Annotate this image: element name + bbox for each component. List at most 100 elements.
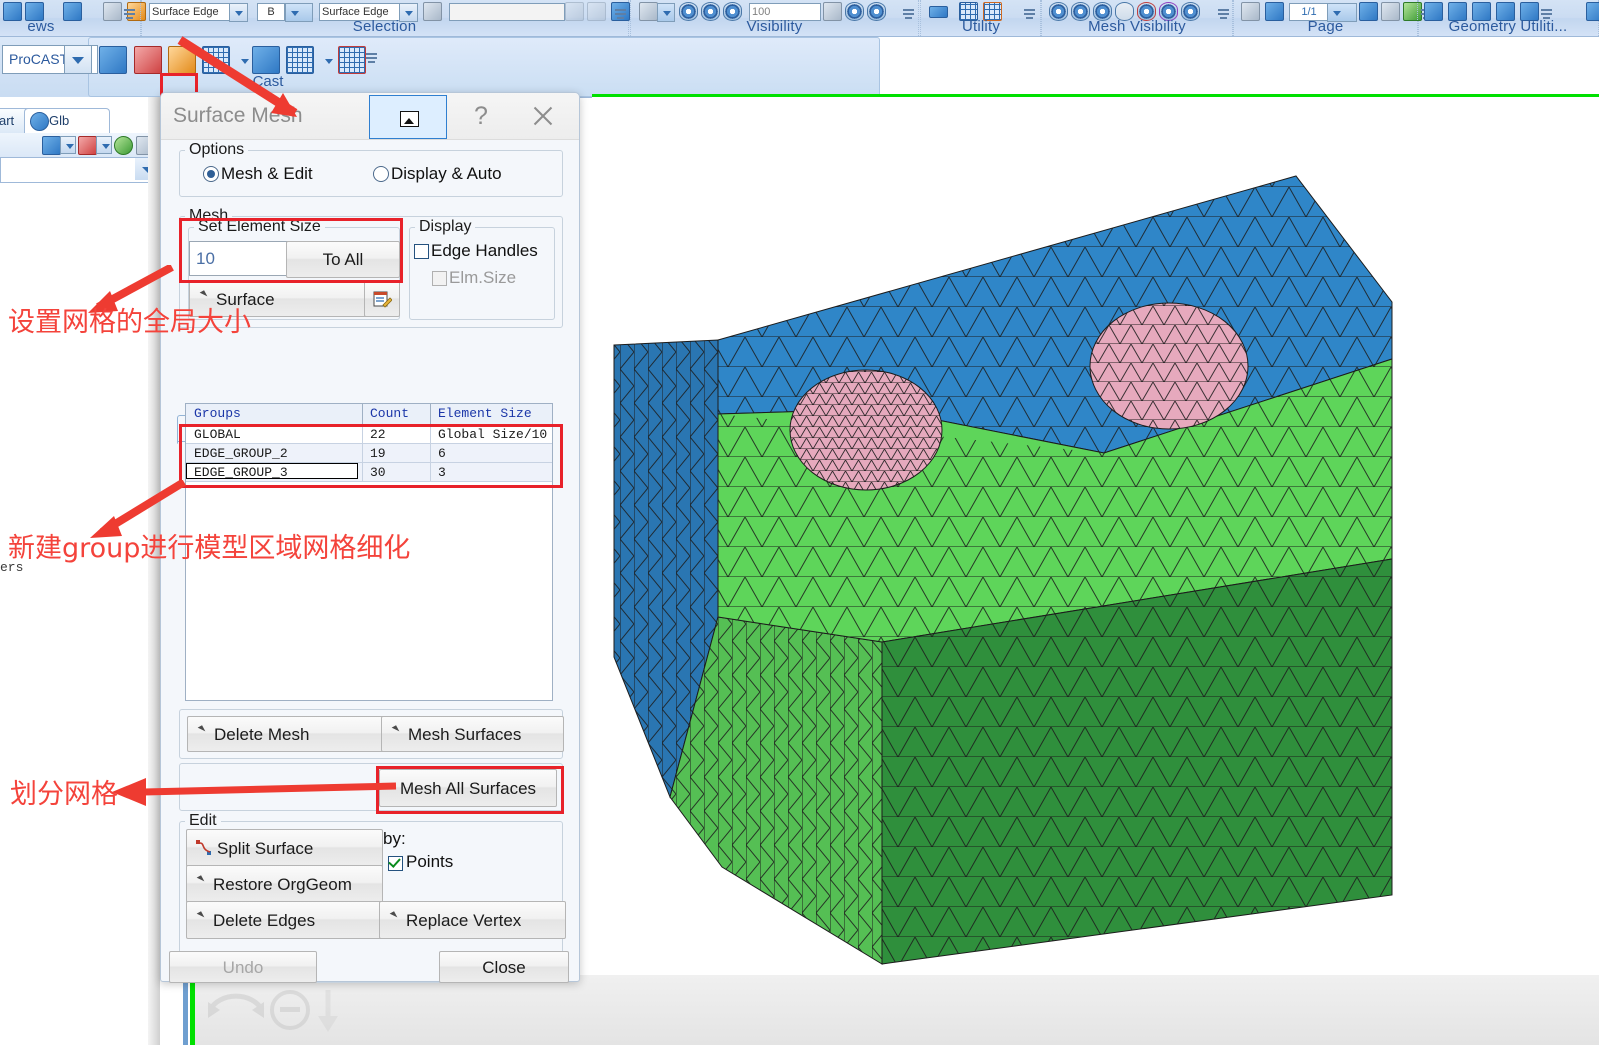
ribbon-group-label-visibility: Visibility xyxy=(746,18,803,35)
radio-mesh-edit[interactable] xyxy=(203,166,219,182)
mesh-all-surfaces-button[interactable]: Mesh All Surfaces xyxy=(379,769,557,807)
ribbon-group-label-selection: Selection xyxy=(352,18,417,35)
table-row[interactable]: 30 3 EDGE_GROUP_3 xyxy=(186,463,552,482)
options-group-label: Options xyxy=(185,141,249,159)
close-button[interactable]: Close xyxy=(439,951,569,983)
solver-select-arrow-icon[interactable] xyxy=(64,45,92,74)
split-surface-icon xyxy=(196,840,211,855)
elm-size-checkbox xyxy=(432,271,447,286)
navigation-ghost-icons[interactable] xyxy=(200,980,340,1040)
refresh-icon[interactable] xyxy=(114,136,133,155)
ribbon-group-label-mesh-visibility: Mesh Visibility xyxy=(1088,18,1186,35)
replace-vertex-label: Replace Vertex xyxy=(406,910,522,930)
restore-orggeom-button[interactable]: Restore OrgGeom xyxy=(186,865,383,903)
set-element-size-label: Set Element Size xyxy=(194,218,325,236)
close-icon[interactable] xyxy=(523,99,563,133)
ribbon: ews Surface Edge B Surface Edge Selectio… xyxy=(0,0,1599,37)
replace-vertex-button[interactable]: Replace Vertex xyxy=(379,901,566,939)
ribbon-group-views: ews xyxy=(0,0,146,36)
ribbon-group-mesh-visibility: Mesh Visibility xyxy=(1040,0,1234,36)
cursor-icon-delete-mesh xyxy=(197,727,209,741)
cast-more-icon[interactable] xyxy=(366,53,377,64)
table-header-element-size: Element Size xyxy=(438,406,532,421)
to-all-button[interactable]: To All xyxy=(286,241,400,278)
table-header-groups: Groups xyxy=(194,406,241,421)
left-panel-search[interactable] xyxy=(0,157,162,183)
table-header: Groups Count Element Size xyxy=(186,404,552,425)
ribbon-group-label-utility: Utility xyxy=(961,18,1001,35)
delete-mesh-label: Delete Mesh xyxy=(214,724,310,744)
delete-mesh-button[interactable]: Delete Mesh xyxy=(187,716,388,752)
split-surface-button[interactable]: Split Surface xyxy=(186,829,383,867)
mesh-surfaces-label: Mesh Surfaces xyxy=(408,724,522,744)
annotation-set-global-size: 设置网格的全局大小 xyxy=(8,307,251,338)
sort-icon[interactable] xyxy=(78,136,97,155)
row-sep-2 xyxy=(430,444,431,462)
row-group: EDGE_GROUP_3 xyxy=(194,465,288,480)
ribbon-group-label-geometry: Geometry Utiliti... xyxy=(1448,18,1568,35)
edge-handles-label: Edge Handles xyxy=(431,241,538,260)
annotation-new-group: 新建group进行模型区域网格细化 xyxy=(8,533,411,564)
viewport-3d[interactable] xyxy=(592,97,1599,1045)
left-panel-tabs: art Glb xyxy=(0,108,160,134)
edge-handles-checkbox[interactable] xyxy=(414,244,429,259)
edit-group-label: Edit xyxy=(185,812,221,830)
filter-icon[interactable] xyxy=(42,136,61,155)
surface-list-button[interactable] xyxy=(364,281,400,317)
radio-display-auto-label: Display & Auto xyxy=(391,164,502,183)
cursor-icon-replace-vertex xyxy=(389,913,401,927)
restore-icon xyxy=(400,111,419,127)
edit-list-icon xyxy=(373,291,392,308)
header-sep-2 xyxy=(430,404,431,424)
cursor-icon-mesh-surfaces xyxy=(391,727,403,741)
glb-icon xyxy=(30,112,49,131)
arrow-to-surface-mesh-icon xyxy=(177,36,298,117)
row-size: Global Size/10 xyxy=(438,427,548,442)
arrow-to-mesh-all-surfaces xyxy=(112,778,397,806)
ribbon-group-geometry-utilities: Geometry Utiliti... xyxy=(1417,0,1599,36)
header-sep-1 xyxy=(362,404,363,424)
radio-display-auto[interactable] xyxy=(373,166,389,182)
row-sep-2 xyxy=(430,463,431,481)
sort-dropdown-icon[interactable] xyxy=(96,136,112,154)
split-surface-label: Split Surface xyxy=(217,838,314,858)
ribbon-group-label-page: Page xyxy=(1307,18,1344,35)
table-row-selected[interactable]: EDGE_GROUP_3 xyxy=(186,463,358,480)
row-count: 22 xyxy=(370,427,386,442)
radio-mesh-edit-label: Mesh & Edit xyxy=(221,164,313,183)
row-count: 30 xyxy=(370,465,386,480)
mesh-surfaces-button[interactable]: Mesh Surfaces xyxy=(381,716,564,752)
points-label: Points xyxy=(406,852,454,871)
left-panel-toolbar xyxy=(0,133,160,158)
filter-dropdown-icon[interactable] xyxy=(60,136,76,154)
table-row[interactable]: EDGE_GROUP_2 19 6 xyxy=(186,444,552,463)
cursor-icon-restore xyxy=(196,877,208,891)
mesh-model-svg xyxy=(613,175,1393,965)
ribbon-group-page: 1/1 Page xyxy=(1232,0,1432,36)
row-sep-1 xyxy=(362,463,363,481)
cursor-icon-delete-edges xyxy=(196,913,208,927)
by-label: by: xyxy=(383,829,406,848)
row-sep-2 xyxy=(430,425,431,443)
cast-mesh-quality-icon[interactable] xyxy=(338,46,366,74)
viewport-bottom-bar xyxy=(195,975,1599,1045)
undo-button[interactable]: Undo xyxy=(169,951,317,983)
table-header-count: Count xyxy=(370,406,410,421)
panel-splitter[interactable] xyxy=(148,97,160,1045)
annotation-generate-mesh: 划分网格 xyxy=(10,779,118,810)
table-row[interactable]: GLOBAL 22 Global Size/10 xyxy=(186,425,552,444)
row-size: 6 xyxy=(438,446,446,461)
element-size-input[interactable]: 10 xyxy=(189,241,293,276)
row-sep-1 xyxy=(362,444,363,462)
delete-edges-label: Delete Edges xyxy=(213,910,316,930)
ruler-icon[interactable] xyxy=(929,6,948,18)
ribbon-group-selection: Surface Edge B Surface Edge Selection xyxy=(140,0,630,36)
restore-orggeom-label: Restore OrgGeom xyxy=(213,874,352,894)
cast-volume-icon[interactable] xyxy=(134,46,162,74)
points-checkbox[interactable] xyxy=(388,856,403,871)
display-group-label: Display xyxy=(415,218,476,236)
restore-button[interactable] xyxy=(369,95,447,139)
help-button[interactable]: ? xyxy=(461,99,501,133)
cast-check-mesh-icon[interactable] xyxy=(99,46,127,74)
delete-edges-button[interactable]: Delete Edges xyxy=(186,901,383,939)
